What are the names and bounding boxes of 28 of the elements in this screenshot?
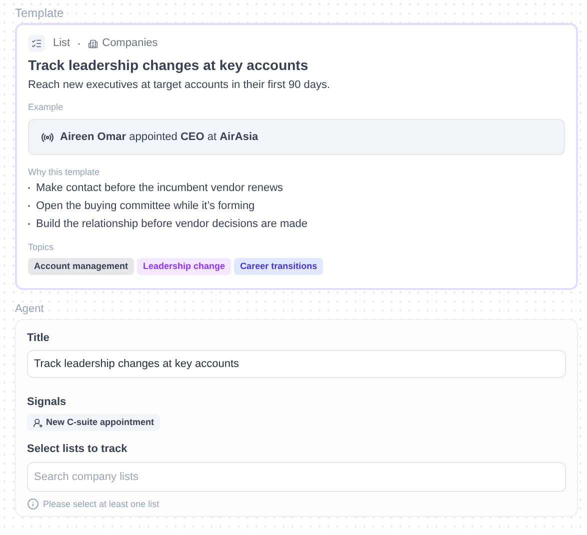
list-checks-icon [28,35,45,52]
topic-tag: Account management [28,258,134,275]
field-label: Select lists to track [27,442,128,456]
section-label: Template [15,5,65,22]
signal-icon [41,130,54,144]
breadcrumb-type: List [53,36,70,52]
building-icon [88,38,98,48]
example-label: Example [28,101,64,113]
reason-text: Build the relationship before vendor decisions are made [36,217,308,231]
info-icon [27,498,39,510]
example-text: Aireen Omar appointed CEO at AirAsia [60,130,258,145]
signal-chip: New C-suite appointment [27,414,160,431]
field-label: Signals [27,395,68,409]
field-label: Title [27,331,50,345]
reason-text: Open the buying committee while it’s forming [36,199,255,213]
breadcrumb-entity: Companies [102,36,158,52]
why-label: Why this template [28,166,101,178]
template-title: Track leadership changes at key accounts [28,56,310,74]
title-input[interactable]: Track leadership changes at key accounts [27,350,566,378]
reason-text: Make contact before the incumbent vendor renews [36,181,284,195]
topics-label: Topics [28,241,55,253]
hint-text: Please select at least one list [43,498,160,510]
search-field[interactable]: Search company lists [27,462,566,492]
template-description: Reach new executives at target accounts in their first 90 days. [28,78,332,92]
topic-tag: Leadership change [137,258,232,275]
topic-tag: Career transitions [234,258,324,275]
user-plus-icon [33,418,43,428]
section-label: Agent [15,302,45,317]
